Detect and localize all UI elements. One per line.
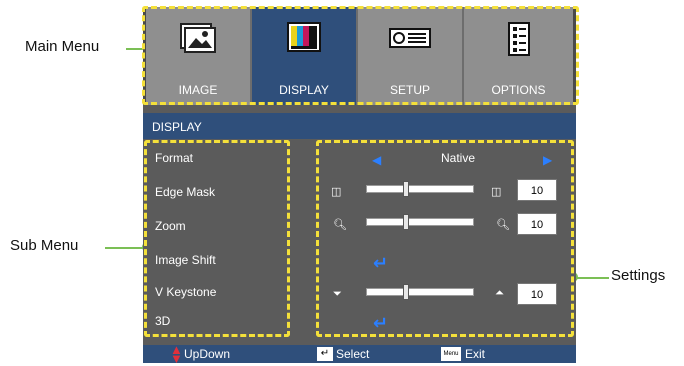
settings-callout: Settings <box>611 267 666 284</box>
enter-key-icon: ↵ <box>317 347 333 361</box>
main-menu-highlight <box>142 6 579 105</box>
sub-menu-leader <box>105 247 145 249</box>
footer-updown: UpDown <box>184 347 231 361</box>
sub-menu-callout: Sub Menu <box>10 237 79 254</box>
sub-menu-highlight <box>144 140 290 337</box>
footer-bar: ▲ ▼ UpDown ↵ Select Menu Exit <box>143 342 576 366</box>
section-header: DISPLAY <box>143 113 576 139</box>
main-menu-callout: Main Menu <box>25 38 100 55</box>
footer-exit: Exit <box>465 347 486 361</box>
section-title: DISPLAY <box>152 120 202 134</box>
menu-key-icon: Menu <box>441 347 461 361</box>
settings-highlight <box>316 140 574 337</box>
footer-select: Select <box>336 347 370 361</box>
updown-icon: ▲ ▼ <box>170 342 183 366</box>
